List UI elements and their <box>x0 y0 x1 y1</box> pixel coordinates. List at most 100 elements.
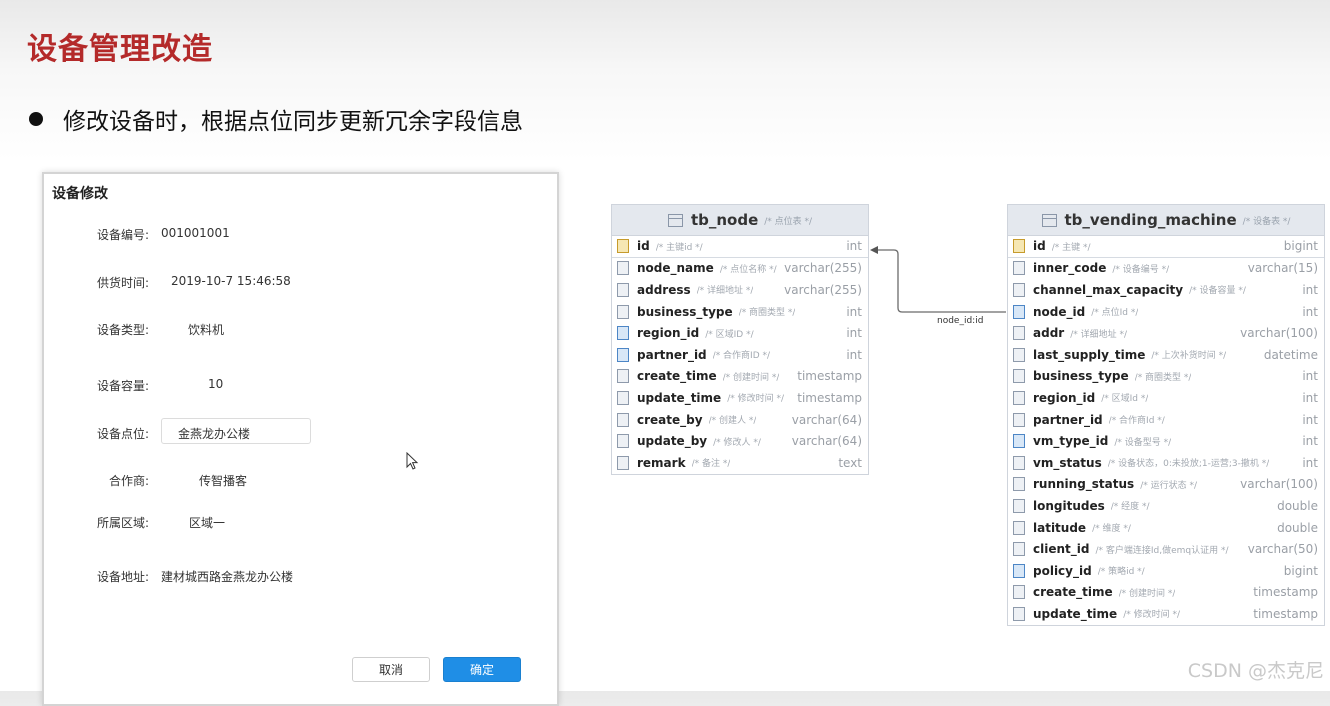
column-row[interactable]: node_name /* 点位名称 */ varchar(255) <box>612 258 868 280</box>
column-row[interactable]: running_status /* 运行状态 */ varchar(100) <box>1008 474 1324 496</box>
foreign-key-icon <box>617 347 629 362</box>
column-icon <box>617 412 629 427</box>
column-name: longitudes <box>1033 498 1105 513</box>
column-row[interactable]: vm_type_id /* 设备型号 */ int <box>1008 430 1324 452</box>
column-row[interactable]: id /* 主键id */ int <box>612 236 868 258</box>
column-icon <box>617 304 629 319</box>
column-row[interactable]: id /* 主键 */ bigint <box>1008 236 1324 258</box>
column-comment: /* 设备容量 */ <box>1189 286 1246 297</box>
column-name: region_id <box>1033 390 1096 405</box>
cancel-button[interactable]: 取消 <box>352 657 430 682</box>
column-name: remark <box>637 455 686 470</box>
column-comment: /* 设备型号 */ <box>1114 437 1172 448</box>
column-type: varchar(255) <box>784 261 862 276</box>
device-capacity-value: 10 <box>208 377 224 391</box>
column-row[interactable]: update_by /* 修改人 */ varchar(64) <box>612 430 868 452</box>
column-type: int <box>1302 434 1318 449</box>
table-header: tb_node /* 点位表 */ <box>612 205 868 236</box>
column-row[interactable]: longitudes /* 经度 */ double <box>1008 495 1324 517</box>
device-type-value: 饮料机 <box>188 323 225 337</box>
column-name: latitude <box>1033 520 1087 535</box>
confirm-button[interactable]: 确定 <box>443 657 521 682</box>
column-comment: /* 区域Id */ <box>1101 394 1149 405</box>
column-type: varchar(64) <box>791 412 862 427</box>
column-type: varchar(100) <box>1240 326 1318 341</box>
column-row[interactable]: policy_id /* 策略id */ bigint <box>1008 560 1324 582</box>
column-list: id /* 主键id */ int node_name /* 点位名称 */ varcha… <box>612 236 868 474</box>
column-comment: /* 经度 */ <box>1110 502 1150 513</box>
column-row[interactable]: update_time /* 修改时间 */ timestamp <box>1008 603 1324 625</box>
foreign-key-icon <box>1013 304 1025 319</box>
column-row[interactable]: address /* 详细地址 */ varchar(255) <box>612 279 868 301</box>
column-comment: /* 合作商Id */ <box>1108 416 1165 427</box>
column-name: create_by <box>637 412 703 427</box>
column-row[interactable]: inner_code /* 设备编号 */ varchar(15) <box>1008 258 1324 280</box>
table-header: tb_vending_machine /* 设备表 */ <box>1008 205 1324 236</box>
column-row[interactable]: create_time /* 创建时间 */ timestamp <box>1008 582 1324 604</box>
column-row[interactable]: channel_max_capacity /* 设备容量 */ int <box>1008 279 1324 301</box>
column-comment: /* 客户端连接Id,做emq认证用 */ <box>1095 545 1229 556</box>
column-row[interactable]: latitude /* 维度 */ double <box>1008 517 1324 539</box>
column-name: update_time <box>1033 606 1118 621</box>
column-row[interactable]: create_by /* 创建人 */ varchar(64) <box>612 409 868 431</box>
column-row[interactable]: vm_status /* 设备状态，0:未投放;1-运营;3-撤机 */ int <box>1008 452 1324 474</box>
column-type: timestamp <box>1253 606 1318 621</box>
column-row[interactable]: last_supply_time /* 上次补货时间 */ datetime <box>1008 344 1324 366</box>
column-type: double <box>1277 498 1318 513</box>
bullet-item: 修改设备时，根据点位同步更新冗余字段信息 <box>27 102 523 136</box>
column-row[interactable]: update_time /* 修改时间 */ timestamp <box>612 387 868 409</box>
column-name: business_type <box>1033 369 1129 384</box>
column-row[interactable]: client_id /* 客户端连接Id,做emq认证用 */ varchar(50… <box>1008 538 1324 560</box>
column-type: int <box>846 304 862 319</box>
column-row[interactable]: create_time /* 创建时间 */ timestamp <box>612 366 868 388</box>
column-comment: /* 点位名称 */ <box>719 264 777 275</box>
column-icon <box>1013 455 1025 470</box>
column-row[interactable]: region_id /* 区域ID */ int <box>612 322 868 344</box>
column-comment: /* 合作商ID */ <box>712 351 771 362</box>
column-name: partner_id <box>637 347 707 362</box>
device-node-select[interactable]: 金燕龙办公楼 <box>161 418 311 444</box>
column-icon <box>1013 520 1025 535</box>
er-table-tb-vending-machine[interactable]: tb_vending_machine /* 设备表 */ id /* 主键 */ b… <box>1007 204 1325 626</box>
column-comment: /* 设备状态，0:未投放;1-运营;3-撤机 */ <box>1107 459 1270 470</box>
column-name: id <box>1033 239 1046 254</box>
column-type: varchar(64) <box>791 434 862 449</box>
column-name: policy_id <box>1033 563 1092 578</box>
column-name: vm_status <box>1033 455 1102 470</box>
column-icon <box>1013 326 1025 341</box>
column-row[interactable]: remark /* 备注 */ text <box>612 452 868 474</box>
watermark: CSDN @杰克尼 <box>1187 660 1324 682</box>
foreign-key-icon <box>1013 434 1025 449</box>
column-icon <box>1013 347 1025 362</box>
region-value: 区域一 <box>189 516 226 530</box>
slide-title: 设备管理改造 <box>27 32 213 67</box>
column-name: running_status <box>1033 477 1135 492</box>
column-comment: /* 创建时间 */ <box>1118 588 1176 599</box>
column-name: create_time <box>637 369 717 384</box>
column-name: region_id <box>637 326 700 341</box>
column-row[interactable]: partner_id /* 合作商Id */ int <box>1008 409 1324 431</box>
column-row[interactable]: addr /* 详细地址 */ varchar(100) <box>1008 322 1324 344</box>
column-icon <box>617 455 629 470</box>
column-comment: /* 上次补货时间 */ <box>1151 351 1227 362</box>
column-comment: /* 详细地址 */ <box>1070 329 1127 340</box>
column-comment: /* 详细地址 */ <box>696 286 754 297</box>
column-row[interactable]: business_type /* 商圈类型 */ int <box>1008 366 1324 388</box>
column-icon <box>1013 498 1025 513</box>
column-row[interactable]: business_type /* 商圈类型 */ int <box>612 301 868 323</box>
er-table-tb-node[interactable]: tb_node /* 点位表 */ id /* 主键id */ int node_na… <box>611 204 869 475</box>
column-icon <box>1013 585 1025 600</box>
table-comment: /* 设备表 */ <box>1242 216 1291 227</box>
device-capacity-label: 设备容量: <box>97 379 150 393</box>
bullet-dot-icon <box>29 112 43 126</box>
table-icon <box>1041 213 1057 227</box>
column-comment: /* 修改人 */ <box>713 437 761 448</box>
foreign-key-icon <box>1013 563 1025 578</box>
column-row[interactable]: partner_id /* 合作商ID */ int <box>612 344 868 366</box>
table-name: tb_vending_machine <box>1064 211 1237 229</box>
column-type: bigint <box>1283 563 1318 578</box>
column-row[interactable]: node_id /* 点位Id */ int <box>1008 301 1324 323</box>
column-row[interactable]: region_id /* 区域Id */ int <box>1008 387 1324 409</box>
address-value: 建材城西路金燕龙办公楼 <box>161 570 294 584</box>
column-icon <box>617 434 629 449</box>
